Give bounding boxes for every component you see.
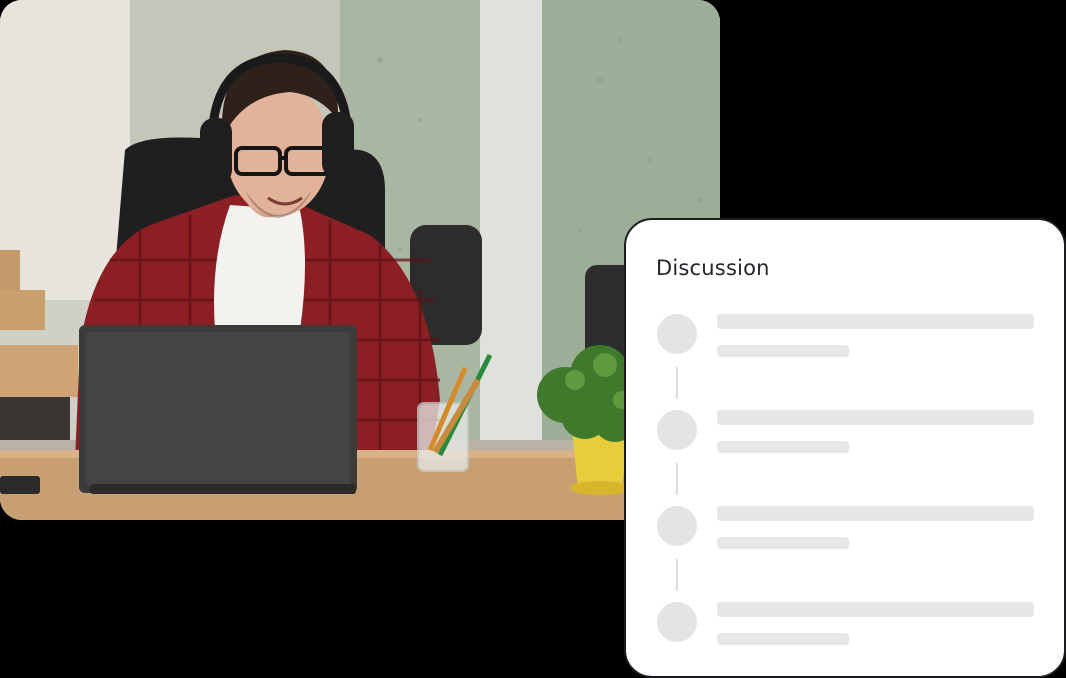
discussion-item[interactable] xyxy=(626,410,1064,470)
avatar-placeholder xyxy=(657,314,697,354)
skeleton-line-primary xyxy=(717,314,1034,329)
office-scene-illustration xyxy=(0,0,720,520)
skeleton-line-primary xyxy=(717,410,1034,425)
skeleton-line-secondary xyxy=(717,441,849,453)
discussion-item[interactable] xyxy=(626,314,1064,374)
thread-connector xyxy=(676,559,678,591)
skeleton-line-secondary xyxy=(717,537,849,549)
skeleton-line-primary xyxy=(717,506,1034,521)
discussion-title: Discussion xyxy=(656,256,770,280)
avatar-placeholder xyxy=(657,506,697,546)
discussion-item[interactable] xyxy=(626,506,1064,566)
avatar-placeholder xyxy=(657,602,697,642)
discussion-item[interactable] xyxy=(626,602,1064,662)
skeleton-line-secondary xyxy=(717,345,849,357)
hero-photo xyxy=(0,0,720,520)
skeleton-line-primary xyxy=(717,602,1034,617)
avatar-placeholder xyxy=(657,410,697,450)
thread-connector xyxy=(676,463,678,495)
discussion-card: Discussion xyxy=(624,218,1066,678)
thread-connector xyxy=(676,367,678,399)
skeleton-line-secondary xyxy=(717,633,849,645)
